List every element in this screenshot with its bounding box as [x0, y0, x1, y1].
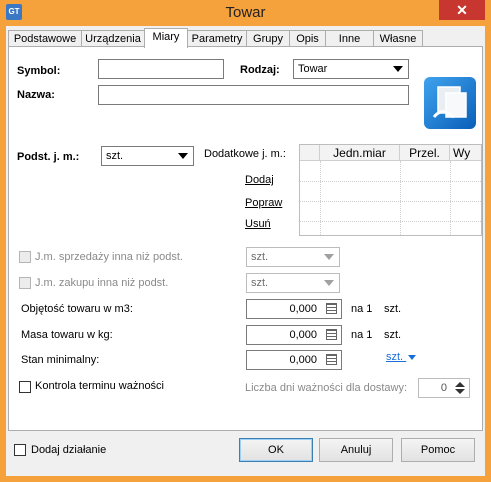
masa-label: Masa towaru w kg:: [21, 329, 113, 341]
tab-grupy[interactable]: Grupy: [246, 30, 290, 46]
chevron-down-icon: [408, 354, 417, 360]
liczba-dni-label: Liczba dni ważności dla dostawy:: [245, 382, 408, 394]
dialog-window: GT Towar ✕ Podstawowe Urządzenia Miary P…: [0, 0, 491, 482]
tab-wlasne[interactable]: Własne: [373, 30, 423, 46]
tab-podstawowe[interactable]: Podstawowe: [8, 30, 82, 46]
jm-zakupu-value: szt.: [251, 277, 269, 289]
kontrola-terminu-label: Kontrola terminu ważności: [35, 380, 165, 392]
product-image-icon[interactable]: [424, 77, 476, 129]
grid-divider: [300, 201, 481, 202]
usun-link[interactable]: Usuń: [245, 218, 271, 230]
chevron-down-icon: [178, 153, 188, 159]
nazwa-input[interactable]: [98, 85, 409, 105]
tab-opis[interactable]: Opis: [289, 30, 326, 46]
kontrola-terminu-checkbox[interactable]: [19, 381, 31, 393]
grid-header-przel[interactable]: Przel.: [400, 145, 450, 161]
chevron-down-icon: [393, 66, 403, 72]
jm-sprzedazy-label: J.m. sprzedaży inna niż podst.: [35, 251, 183, 263]
ok-button[interactable]: OK: [239, 438, 313, 462]
chevron-down-icon: [324, 280, 334, 286]
jm-zakupu-select[interactable]: szt.: [246, 273, 340, 293]
jm-sprzedazy-value: szt.: [251, 251, 269, 263]
tab-panel-miary: Symbol: Rodzaj: Towar Nazwa: Podst. j. m…: [8, 46, 483, 431]
dodaj-dzialanie-checkbox[interactable]: [14, 444, 26, 456]
jm-sprzedazy-checkbox[interactable]: [19, 251, 31, 263]
grid-header-wy[interactable]: Wy: [450, 145, 481, 161]
stan-minimalny-label: Stan minimalny:: [21, 354, 100, 366]
stan-unit-value: szt.: [386, 351, 404, 363]
dodatkowe-jm-label: Dodatkowe j. m.:: [204, 148, 286, 160]
rodzaj-label: Rodzaj:: [240, 64, 280, 76]
dodaj-link[interactable]: Dodaj: [245, 174, 274, 186]
grid-divider: [300, 181, 481, 182]
masa-unit: szt.: [384, 329, 402, 341]
pomoc-button[interactable]: Pomoc: [401, 438, 475, 462]
grid-divider: [450, 161, 451, 235]
dialog-client-area: Podstawowe Urządzenia Miary Parametry Gr…: [6, 26, 485, 476]
spin-down-icon[interactable]: [455, 389, 465, 394]
stan-minimalny-value: 0,000: [289, 354, 317, 366]
chevron-down-icon: [324, 254, 334, 260]
calculator-icon[interactable]: [326, 303, 337, 314]
stan-minimalny-input[interactable]: 0,000: [246, 350, 342, 370]
jm-sprzedazy-select[interactable]: szt.: [246, 247, 340, 267]
objetosc-unit: szt.: [384, 303, 402, 315]
additional-units-grid[interactable]: Jedn.miar Przel. Wy: [299, 144, 482, 236]
grid-divider: [300, 221, 481, 222]
dodaj-dzialanie-label: Dodaj działanie: [31, 444, 107, 456]
nazwa-label: Nazwa:: [17, 89, 55, 101]
podst-jm-select[interactable]: szt.: [101, 146, 194, 166]
close-icon: ✕: [456, 2, 468, 18]
calculator-icon[interactable]: [326, 354, 337, 365]
liczba-dni-spinner[interactable]: 0: [418, 378, 470, 398]
spin-up-icon[interactable]: [455, 382, 465, 387]
rodzaj-select[interactable]: Towar: [293, 59, 409, 79]
tab-urzadzenia[interactable]: Urządzenia: [81, 30, 145, 46]
masa-input[interactable]: 0,000: [246, 325, 342, 345]
masa-per: na 1: [351, 329, 373, 341]
jm-zakupu-label: J.m. zakupu inna niż podst.: [35, 277, 169, 289]
podst-jm-value: szt.: [106, 150, 124, 162]
objetosc-per: na 1: [351, 303, 373, 315]
symbol-label: Symbol:: [17, 65, 61, 77]
symbol-input[interactable]: [98, 59, 224, 79]
tab-inne[interactable]: Inne: [325, 30, 374, 46]
tab-miary[interactable]: Miary: [144, 28, 188, 48]
grid-divider: [320, 161, 321, 235]
objetosc-label: Objętość towaru w m3:: [21, 303, 133, 315]
grid-header-indicator: [300, 145, 320, 161]
calculator-icon[interactable]: [326, 329, 337, 340]
podst-jm-label: Podst. j. m.:: [17, 151, 80, 163]
popraw-link[interactable]: Popraw: [245, 197, 282, 209]
window-title: Towar: [225, 4, 266, 21]
grid-header-jedn-miar[interactable]: Jedn.miar: [320, 145, 400, 161]
liczba-dni-value: 0: [440, 382, 447, 394]
jm-zakupu-checkbox[interactable]: [19, 277, 31, 289]
objetosc-value: 0,000: [289, 303, 317, 315]
stan-unit-dropdown[interactable]: szt.: [386, 351, 417, 363]
objetosc-input[interactable]: 0,000: [246, 299, 342, 319]
masa-value: 0,000: [289, 329, 317, 341]
tab-parametry[interactable]: Parametry: [187, 30, 247, 46]
title-bar[interactable]: GT Towar ✕: [0, 0, 491, 26]
close-button[interactable]: ✕: [439, 0, 485, 20]
rodzaj-value: Towar: [298, 63, 328, 75]
grid-divider: [400, 161, 401, 235]
anuluj-button[interactable]: Anuluj: [319, 438, 393, 462]
